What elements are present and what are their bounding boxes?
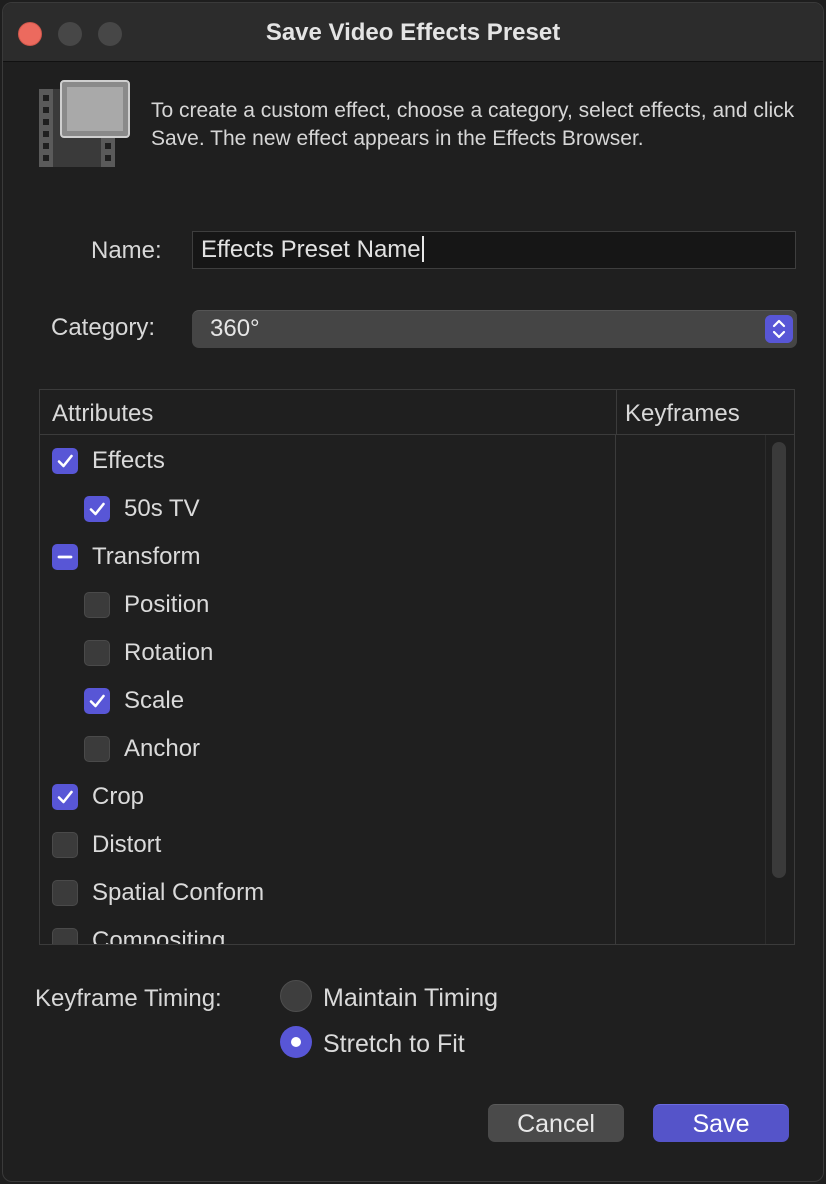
checkbox-unchecked[interactable] — [84, 640, 110, 666]
title-bar: Save Video Effects Preset — [3, 3, 823, 62]
attribute-label: Position — [124, 591, 210, 618]
attribute-label: Anchor — [124, 735, 201, 762]
text-caret — [421, 236, 424, 262]
category-value: 360° — [210, 315, 260, 342]
attribute-row[interactable]: Transform — [52, 535, 200, 579]
attribute-row[interactable]: 50s TV — [84, 487, 200, 531]
checkbox-checked[interactable] — [84, 688, 110, 714]
attribute-row[interactable]: Position — [84, 583, 209, 627]
attribute-row[interactable]: Anchor — [84, 727, 200, 771]
attribute-label: 50s TV — [124, 495, 200, 522]
keyframe-timing-label: Keyframe Timing: — [35, 985, 222, 1012]
attribute-row[interactable]: Spatial Conform — [52, 871, 264, 915]
attribute-list: Effects 50s TV Transform Position Rotation Sc… — [40, 435, 615, 945]
attribute-row[interactable]: Effects — [52, 439, 165, 483]
attribute-label: Compositing — [92, 927, 226, 945]
checkmark-icon — [89, 694, 105, 708]
checkbox-mixed[interactable] — [52, 544, 78, 570]
attribute-label: Scale — [124, 687, 185, 714]
attribute-label: Crop — [92, 783, 145, 810]
window-title: Save Video Effects Preset — [265, 19, 561, 46]
dash-icon — [57, 555, 73, 559]
name-value: Effects Preset Name — [201, 236, 421, 263]
attribute-label: Distort — [92, 831, 162, 858]
scrollbar-track — [765, 435, 766, 944]
attribute-row[interactable]: Crop — [52, 775, 144, 819]
checkbox-unchecked[interactable] — [84, 736, 110, 762]
attribute-row[interactable]: Distort — [52, 823, 161, 867]
checkmark-icon — [57, 454, 73, 468]
column-divider — [615, 435, 616, 944]
checkbox-unchecked[interactable] — [52, 880, 78, 906]
save-preset-dialog: Save Video Effects Preset To create a cu… — [2, 2, 824, 1182]
attribute-row[interactable]: Scale — [84, 679, 184, 723]
cancel-button[interactable]: Cancel — [488, 1104, 624, 1142]
name-field[interactable]: Effects Preset Name — [192, 231, 796, 269]
scrollbar-thumb[interactable] — [772, 442, 786, 878]
attribute-label: Effects — [92, 447, 165, 474]
category-popup[interactable]: 360° — [192, 310, 797, 348]
column-header-keyframes[interactable]: Keyframes — [616, 390, 794, 435]
category-label: Category: — [51, 314, 156, 341]
checkmark-icon — [57, 790, 73, 804]
attributes-table: Attributes Keyframes Effects 50s TV Transf… — [39, 389, 795, 945]
attribute-label: Rotation — [124, 639, 214, 666]
stretch-to-fit-radio[interactable] — [280, 1026, 312, 1058]
checkbox-checked[interactable] — [52, 448, 78, 474]
name-label: Name: — [91, 237, 162, 264]
checkbox-checked[interactable] — [84, 496, 110, 522]
attribute-row[interactable]: Compositing — [52, 919, 226, 945]
save-button[interactable]: Save — [653, 1104, 789, 1142]
checkbox-unchecked[interactable] — [52, 832, 78, 858]
checkbox-unchecked[interactable] — [52, 928, 78, 944]
checkbox-checked[interactable] — [52, 784, 78, 810]
attribute-label: Spatial Conform — [92, 879, 265, 906]
attribute-label: Transform — [92, 543, 201, 570]
maintain-timing-radio[interactable] — [280, 980, 312, 1012]
stretch-to-fit-label: Stretch to Fit — [323, 1030, 465, 1058]
chevron-up-down-icon — [765, 315, 793, 343]
attribute-row[interactable]: Rotation — [84, 631, 213, 675]
checkbox-unchecked[interactable] — [84, 592, 110, 618]
maintain-timing-label: Maintain Timing — [323, 984, 499, 1012]
film-strip-icon — [39, 80, 130, 167]
intro-text: To create a custom effect, choose a cate… — [151, 99, 795, 150]
checkmark-icon — [89, 502, 105, 516]
column-header-attributes[interactable]: Attributes — [40, 390, 616, 435]
